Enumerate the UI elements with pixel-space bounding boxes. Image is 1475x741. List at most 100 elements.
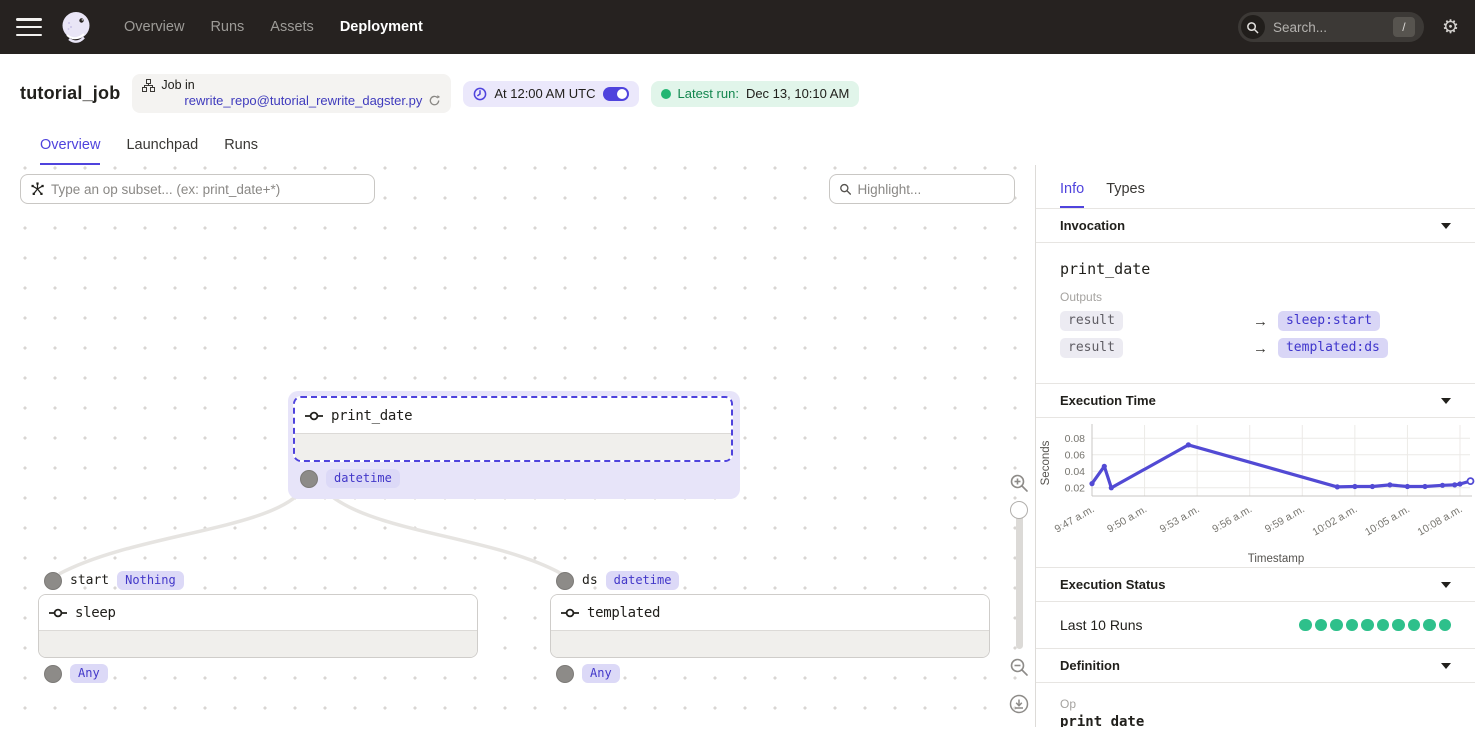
output-target-chip[interactable]: templated:ds (1278, 338, 1388, 358)
fit-view-icon[interactable] (1008, 693, 1030, 715)
op-icon (49, 608, 67, 618)
type-chip-any[interactable]: Any (70, 664, 108, 683)
settings-gear-icon[interactable]: ⚙ (1442, 18, 1459, 37)
zoom-slider-handle[interactable] (1010, 501, 1028, 519)
outputs-label: Outputs (1060, 290, 1451, 304)
output-row: result → sleep:start (1060, 311, 1451, 331)
execution-time-chart-block: 0.020.040.060.089:47 a.m.9:50 a.m.9:53 a… (1036, 418, 1475, 568)
nav-item-assets[interactable]: Assets (270, 19, 314, 35)
op-graph-canvas[interactable]: print_date datetime start Nothing sleep … (0, 165, 1035, 727)
chevron-down-icon (1441, 398, 1451, 404)
run-status-dots[interactable] (1299, 619, 1451, 632)
run-success-dot[interactable] (1315, 619, 1328, 632)
tab-types[interactable]: Types (1106, 181, 1145, 208)
search-input[interactable] (1265, 20, 1393, 35)
nav-links: Overview Runs Assets Deployment (124, 19, 423, 35)
svg-text:9:59 a.m.: 9:59 a.m. (1263, 503, 1307, 535)
op-node-name: sleep (75, 605, 116, 621)
run-success-dot[interactable] (1346, 619, 1359, 632)
run-success-dot[interactable] (1299, 619, 1312, 632)
type-chip-datetime[interactable]: datetime (606, 571, 680, 590)
output-port-icon[interactable] (300, 470, 318, 488)
run-success-dot[interactable] (1392, 619, 1405, 632)
nav-item-deployment[interactable]: Deployment (340, 19, 423, 35)
section-definition[interactable]: Definition (1036, 649, 1475, 683)
section-execution-status[interactable]: Execution Status (1036, 568, 1475, 602)
svg-text:0.06: 0.06 (1065, 449, 1086, 461)
zoom-out-icon[interactable] (1009, 657, 1029, 677)
type-chip-datetime[interactable]: datetime (326, 469, 400, 488)
run-status-dot-icon (661, 89, 671, 99)
type-chip-nothing[interactable]: Nothing (117, 571, 184, 590)
dagster-logo-icon[interactable] (58, 9, 94, 45)
schedule-label: At 12:00 AM UTC (494, 86, 595, 101)
section-title: Execution Status (1060, 577, 1165, 592)
svg-text:10:05 a.m.: 10:05 a.m. (1363, 503, 1412, 538)
op-node-print-date[interactable]: print_date (293, 396, 733, 462)
zoom-controls (1002, 471, 1035, 717)
section-invocation[interactable]: Invocation (1036, 209, 1475, 243)
chevron-down-icon (1441, 582, 1451, 588)
arrow-right-icon: → (1253, 340, 1268, 357)
zoom-slider[interactable] (1016, 503, 1023, 649)
tab-overview[interactable]: Overview (40, 137, 100, 165)
output-target-chip[interactable]: sleep:start (1278, 311, 1380, 331)
input-port-name: ds (582, 573, 598, 588)
op-node-body (39, 630, 477, 657)
output-port-icon[interactable] (44, 665, 62, 683)
menu-icon[interactable] (16, 18, 42, 36)
svg-text:0.04: 0.04 (1065, 466, 1086, 478)
arrow-right-icon: → (1253, 313, 1268, 330)
output-name-chip: result (1060, 311, 1123, 331)
latest-run-badge[interactable]: Latest run: Dec 13, 10:10 AM (651, 81, 860, 107)
job-chip-path[interactable]: rewrite_repo@tutorial_rewrite_dagster.py (184, 93, 422, 108)
latest-run-label: Latest run: (678, 86, 739, 101)
job-location-chip[interactable]: Job in rewrite_repo@tutorial_rewrite_dag… (132, 74, 451, 113)
run-success-dot[interactable] (1377, 619, 1390, 632)
invocation-name: print_date (1036, 243, 1475, 282)
run-success-dot[interactable] (1439, 619, 1452, 632)
definition-kind-label: Op (1060, 697, 1451, 711)
tab-runs[interactable]: Runs (224, 137, 258, 165)
run-success-dot[interactable] (1408, 619, 1421, 632)
sidebar-tabs: Info Types (1036, 165, 1475, 209)
tab-info[interactable]: Info (1060, 181, 1084, 208)
input-port-icon[interactable] (556, 572, 574, 590)
section-execution-time[interactable]: Execution Time (1036, 384, 1475, 418)
chevron-down-icon (1441, 223, 1451, 229)
global-search[interactable]: / (1238, 12, 1424, 42)
run-success-dot[interactable] (1330, 619, 1343, 632)
last-runs-label: Last 10 Runs (1060, 617, 1143, 633)
execution-time-chart: 0.020.040.060.089:47 a.m.9:50 a.m.9:53 a… (1036, 418, 1475, 568)
nav-item-overview[interactable]: Overview (124, 19, 184, 35)
schedule-toggle[interactable] (603, 87, 629, 101)
run-success-dot[interactable] (1361, 619, 1374, 632)
top-nav: Overview Runs Assets Deployment / ⚙ (0, 0, 1475, 54)
op-node-name: templated (587, 605, 660, 621)
output-port-icon[interactable] (556, 665, 574, 683)
svg-text:Timestamp: Timestamp (1248, 553, 1304, 565)
section-title: Definition (1060, 658, 1120, 673)
templated-output-port: Any (556, 664, 620, 683)
type-chip-any[interactable]: Any (582, 664, 620, 683)
job-chip-prefix: Job in (161, 78, 194, 92)
templated-input-port: ds datetime (556, 571, 679, 590)
input-port-icon[interactable] (44, 572, 62, 590)
svg-text:9:56 a.m.: 9:56 a.m. (1210, 503, 1254, 535)
op-node-templated[interactable]: templated (550, 594, 990, 658)
print-date-output-port: datetime (300, 469, 400, 488)
output-row: result → templated:ds (1060, 338, 1451, 358)
nav-item-runs[interactable]: Runs (210, 19, 244, 35)
svg-text:Seconds: Seconds (1040, 440, 1052, 485)
zoom-in-icon[interactable] (1009, 473, 1029, 493)
page-header: tutorial_job Job in rewrite_repo@tutoria… (0, 54, 1475, 165)
tab-launchpad[interactable]: Launchpad (126, 137, 198, 165)
op-node-sleep[interactable]: sleep (38, 594, 478, 658)
schedule-badge[interactable]: At 12:00 AM UTC (463, 81, 638, 107)
svg-text:0.02: 0.02 (1065, 482, 1086, 494)
reload-icon[interactable] (428, 94, 441, 107)
run-success-dot[interactable] (1423, 619, 1436, 632)
svg-text:10:02 a.m.: 10:02 a.m. (1310, 503, 1359, 538)
definition-name: print_date (1060, 714, 1451, 727)
op-icon (561, 608, 579, 618)
